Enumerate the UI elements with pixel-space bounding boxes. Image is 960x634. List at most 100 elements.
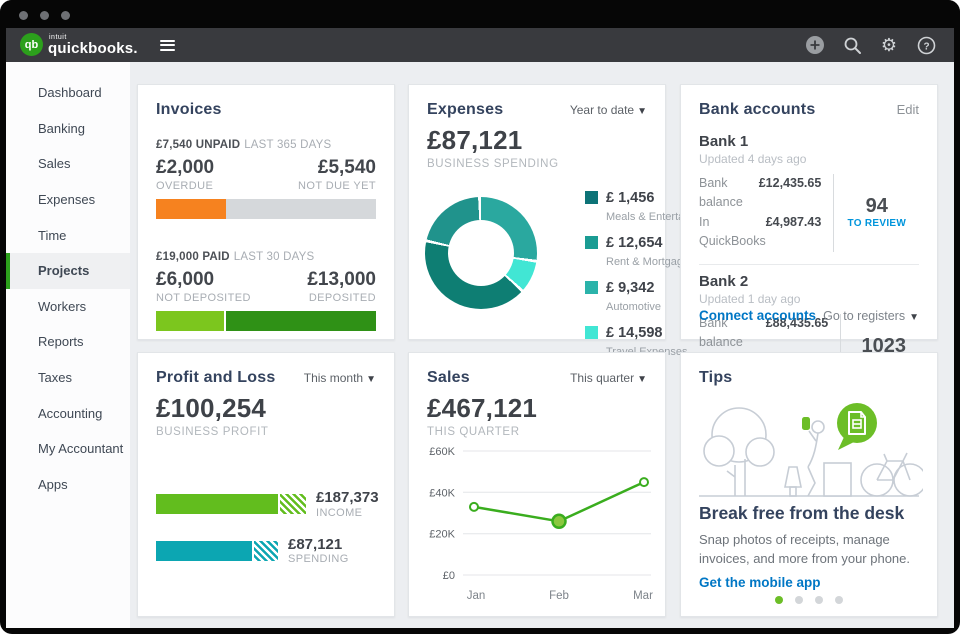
receipt-speech-bubble-icon bbox=[837, 403, 877, 450]
not-due-bar-segment[interactable] bbox=[226, 199, 376, 219]
data-point-jan[interactable] bbox=[470, 503, 478, 511]
window-zoom-dot[interactable] bbox=[61, 11, 70, 20]
main-content: Dashboard Banking Sales Expenses Time Pr… bbox=[6, 62, 954, 628]
legend-swatch bbox=[585, 236, 598, 249]
qb-balance-value: £4,987.43 bbox=[766, 213, 822, 252]
not-deposited-bar-segment[interactable] bbox=[156, 311, 224, 331]
invoices-title: Invoices bbox=[156, 101, 222, 119]
carousel-dot-3[interactable] bbox=[815, 596, 823, 604]
legend-swatch bbox=[585, 281, 598, 294]
quickbooks-logo[interactable]: qb intuit quickbooks. bbox=[20, 33, 138, 57]
legend-swatch bbox=[585, 326, 598, 339]
app-window: qb intuit quickbooks. ⚙ ? Dashboard Bank… bbox=[0, 0, 960, 634]
y-tick: £0 bbox=[443, 570, 455, 582]
chevron-down-icon: ▼ bbox=[909, 312, 919, 323]
expenses-title: Expenses bbox=[427, 101, 503, 119]
expenses-card: Expenses Year to date▼ £87,121 BUSINESS … bbox=[408, 84, 666, 340]
unpaid-summary: £7,540 UNPAIDLAST 365 DAYS bbox=[138, 119, 394, 151]
carousel-dot-4[interactable] bbox=[835, 596, 843, 604]
sidebar-item-apps[interactable]: Apps bbox=[6, 467, 130, 503]
to-review-badge[interactable]: 94 TO REVIEW bbox=[833, 174, 919, 252]
deposited-bar-segment[interactable] bbox=[226, 311, 376, 331]
add-icon[interactable] bbox=[805, 35, 825, 55]
legend-swatch bbox=[585, 191, 598, 204]
profit-loss-title: Profit and Loss bbox=[156, 369, 275, 387]
account-name: Bank 1 bbox=[699, 133, 919, 150]
account-updated: Updated 4 days ago bbox=[699, 152, 919, 166]
tips-heading: Break free from the desk bbox=[699, 503, 904, 524]
not-deposited-amount: £6,000 bbox=[156, 269, 214, 291]
search-icon[interactable] bbox=[842, 35, 862, 55]
deposited-label: DEPOSITED bbox=[309, 292, 376, 304]
pnl-subtitle: BUSINESS PROFIT bbox=[138, 424, 394, 438]
sales-title: Sales bbox=[427, 369, 470, 387]
unpaid-bar[interactable] bbox=[156, 199, 376, 219]
sidebar-item-projects[interactable]: Projects bbox=[6, 253, 130, 289]
y-tick: £20K bbox=[429, 529, 455, 541]
bank-account-2: Bank 2 Updated 1 day ago bbox=[681, 265, 937, 306]
data-point-mar[interactable] bbox=[640, 478, 648, 486]
help-icon[interactable]: ? bbox=[916, 35, 936, 55]
carousel-dot-2[interactable] bbox=[795, 596, 803, 604]
tips-body-text: Snap photos of receipts, manage invoices… bbox=[699, 531, 924, 569]
go-to-registers-dropdown[interactable]: Go to registers▼ bbox=[823, 309, 919, 323]
chevron-down-icon: ▼ bbox=[637, 106, 647, 117]
sidebar-item-dashboard[interactable]: Dashboard bbox=[6, 75, 130, 111]
bank-accounts-card: Bank accounts Edit Bank 1 Updated 4 days… bbox=[680, 84, 938, 340]
pnl-total: £100,254 bbox=[138, 387, 394, 424]
x-tick: Mar bbox=[633, 590, 653, 602]
bank-account-1: Bank 1 Updated 4 days ago bbox=[681, 119, 937, 166]
sidebar-item-reports[interactable]: Reports bbox=[6, 324, 130, 360]
sidebar-item-my-accountant[interactable]: My Accountant bbox=[6, 431, 130, 467]
data-point-feb[interactable] bbox=[553, 515, 566, 528]
top-navbar: qb intuit quickbooks. ⚙ ? bbox=[6, 28, 954, 62]
sidebar-item-banking[interactable]: Banking bbox=[6, 111, 130, 147]
spending-bar[interactable] bbox=[156, 541, 278, 561]
not-due-label: NOT DUE YET bbox=[298, 180, 376, 192]
tips-title: Tips bbox=[699, 369, 732, 387]
expenses-donut-chart[interactable] bbox=[425, 197, 537, 309]
svg-text:?: ? bbox=[923, 41, 929, 52]
overdue-bar-segment[interactable] bbox=[156, 199, 226, 219]
sales-line-chart[interactable]: £60K £40K £20K £0 Jan Feb Mar bbox=[419, 441, 657, 607]
window-close-dot[interactable] bbox=[19, 11, 28, 20]
sidebar-item-taxes[interactable]: Taxes bbox=[6, 360, 130, 396]
sales-filter-dropdown[interactable]: This quarter▼ bbox=[570, 371, 647, 385]
bank-balance-value: £12,435.65 bbox=[759, 174, 822, 213]
not-deposited-label: NOT DEPOSITED bbox=[156, 292, 251, 304]
sales-subtitle: THIS QUARTER bbox=[409, 424, 665, 438]
x-tick: Feb bbox=[549, 590, 569, 602]
paid-bar[interactable] bbox=[156, 311, 376, 331]
sidebar-item-expenses[interactable]: Expenses bbox=[6, 182, 130, 218]
chevron-down-icon: ▼ bbox=[637, 374, 647, 385]
spending-label: SPENDING bbox=[288, 553, 349, 565]
not-due-amount: £5,540 bbox=[318, 157, 376, 179]
sidebar-item-accounting[interactable]: Accounting bbox=[6, 395, 130, 431]
chevron-down-icon: ▼ bbox=[366, 374, 376, 385]
pnl-filter-dropdown[interactable]: This month▼ bbox=[304, 371, 376, 385]
income-label: INCOME bbox=[316, 507, 379, 519]
hamburger-menu-icon[interactable] bbox=[160, 37, 175, 53]
bank-accounts-title: Bank accounts bbox=[699, 101, 815, 119]
sidebar-item-workers[interactable]: Workers bbox=[6, 289, 130, 325]
gear-icon[interactable]: ⚙ bbox=[879, 35, 899, 55]
x-tick: Jan bbox=[467, 590, 486, 602]
window-titlebar bbox=[0, 0, 960, 28]
account-name: Bank 2 bbox=[699, 273, 919, 290]
sidebar-item-time[interactable]: Time bbox=[6, 217, 130, 253]
carousel-dot-1[interactable] bbox=[775, 596, 783, 604]
get-mobile-app-link[interactable]: Get the mobile app bbox=[699, 575, 821, 590]
expenses-filter-dropdown[interactable]: Year to date▼ bbox=[570, 103, 647, 117]
deposited-amount: £13,000 bbox=[307, 269, 376, 291]
y-tick: £40K bbox=[429, 487, 455, 499]
sidebar-item-sales[interactable]: Sales bbox=[6, 146, 130, 182]
window-minimize-dot[interactable] bbox=[40, 11, 49, 20]
income-bar[interactable] bbox=[156, 494, 306, 514]
expenses-total: £87,121 bbox=[409, 119, 665, 156]
income-value: £187,373 bbox=[316, 490, 379, 507]
connect-accounts-link[interactable]: Connect accounts bbox=[699, 308, 816, 323]
y-tick: £60K bbox=[429, 446, 455, 458]
carousel-dots bbox=[681, 596, 937, 604]
edit-link[interactable]: Edit bbox=[897, 102, 919, 117]
expenses-subtitle: BUSINESS SPENDING bbox=[409, 156, 665, 170]
